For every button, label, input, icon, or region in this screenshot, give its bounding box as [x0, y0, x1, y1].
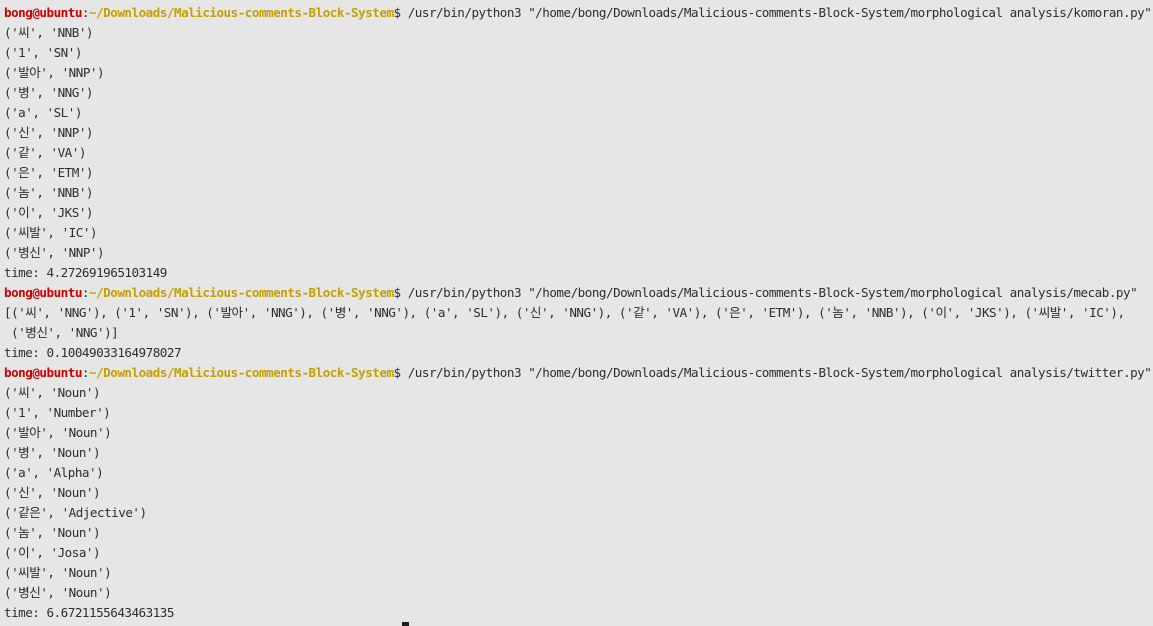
output-line: ('신', 'Noun') [4, 485, 101, 500]
prompt-user-host: bong@ubuntu [4, 285, 82, 300]
output-line: ('a', 'Alpha') [4, 465, 104, 480]
timing-line: time: 4.272691965103149 [4, 265, 167, 280]
text-cursor[interactable] [402, 622, 409, 626]
prompt-symbol: $ [393, 285, 402, 300]
timing-line: time: 0.10049033164978027 [4, 345, 182, 360]
command-text: /usr/bin/python3 "/home/bong/Downloads/M… [400, 365, 1152, 380]
output-line: ('병신', 'NNP') [4, 245, 105, 260]
output-line: ('같', 'VA') [4, 145, 86, 160]
output-line: ('씨발', 'IC') [4, 225, 98, 240]
output-line: ('이', 'JKS') [4, 205, 94, 220]
output-line: ('놈', 'NNB') [4, 185, 94, 200]
output-line: ('신', 'NNP') [4, 125, 94, 140]
output-line: ('병', 'Noun') [4, 445, 101, 460]
output-line: ('a', 'SL') [4, 105, 82, 120]
terminal-window[interactable]: bong@ubuntu:~/Downloads/Malicious-commen… [0, 0, 1153, 626]
output-block-komoran: ('씨', 'NNB') ('1', 'SN') ('발아', 'NNP') (… [4, 23, 1153, 283]
prompt-line-twitter: bong@ubuntu:~/Downloads/Malicious-commen… [4, 363, 1153, 383]
output-line: ('씨', 'NNB') [4, 25, 94, 40]
command-text: /usr/bin/python3 "/home/bong/Downloads/M… [400, 5, 1152, 20]
output-line: ('은', 'ETM') [4, 165, 94, 180]
prompt-path: ~/Downloads/Malicious-comments-Block-Sys… [89, 285, 394, 300]
prompt-symbol: $ [393, 365, 402, 380]
output-line: ('발아', 'NNP') [4, 65, 105, 80]
output-line: ('씨', 'Noun') [4, 385, 101, 400]
output-line: ('발아', 'Noun') [4, 425, 112, 440]
output-line: ('병', 'NNG') [4, 85, 94, 100]
command-text: /usr/bin/python3 "/home/bong/Downloads/M… [400, 285, 1138, 300]
output-line: ('병신', 'NNG')] [4, 325, 119, 340]
output-line: ('이', 'Josa') [4, 545, 101, 560]
prompt-colon: : [81, 5, 90, 20]
output-line: ('씨발', 'Noun') [4, 565, 112, 580]
output-line: ('병신', 'Noun') [4, 585, 112, 600]
output-line: ('놈', 'Noun') [4, 525, 101, 540]
prompt-user-host: bong@ubuntu [4, 365, 82, 380]
prompt-line-mecab: bong@ubuntu:~/Downloads/Malicious-commen… [4, 283, 1153, 303]
prompt-colon: : [81, 285, 90, 300]
timing-line: time: 6.6721155643463135 [4, 605, 174, 620]
output-block-twitter: ('씨', 'Noun') ('1', 'Number') ('발아', 'No… [4, 383, 1153, 623]
prompt-user-host: bong@ubuntu [4, 5, 82, 20]
prompt-path: ~/Downloads/Malicious-comments-Block-Sys… [89, 5, 394, 20]
output-block-mecab: [('씨', 'NNG'), ('1', 'SN'), ('발아', 'NNG'… [4, 303, 1153, 363]
prompt-path: ~/Downloads/Malicious-comments-Block-Sys… [89, 365, 394, 380]
terminal-cursor-container [402, 620, 409, 626]
prompt-line-komoran: bong@ubuntu:~/Downloads/Malicious-commen… [4, 3, 1153, 23]
output-line: [('씨', 'NNG'), ('1', 'SN'), ('발아', 'NNG'… [4, 305, 1125, 320]
output-line: ('1', 'SN') [4, 45, 82, 60]
output-line: ('1', 'Number') [4, 405, 111, 420]
prompt-symbol: $ [393, 5, 402, 20]
output-line: ('같은', 'Adjective') [4, 505, 147, 520]
prompt-colon: : [81, 365, 90, 380]
